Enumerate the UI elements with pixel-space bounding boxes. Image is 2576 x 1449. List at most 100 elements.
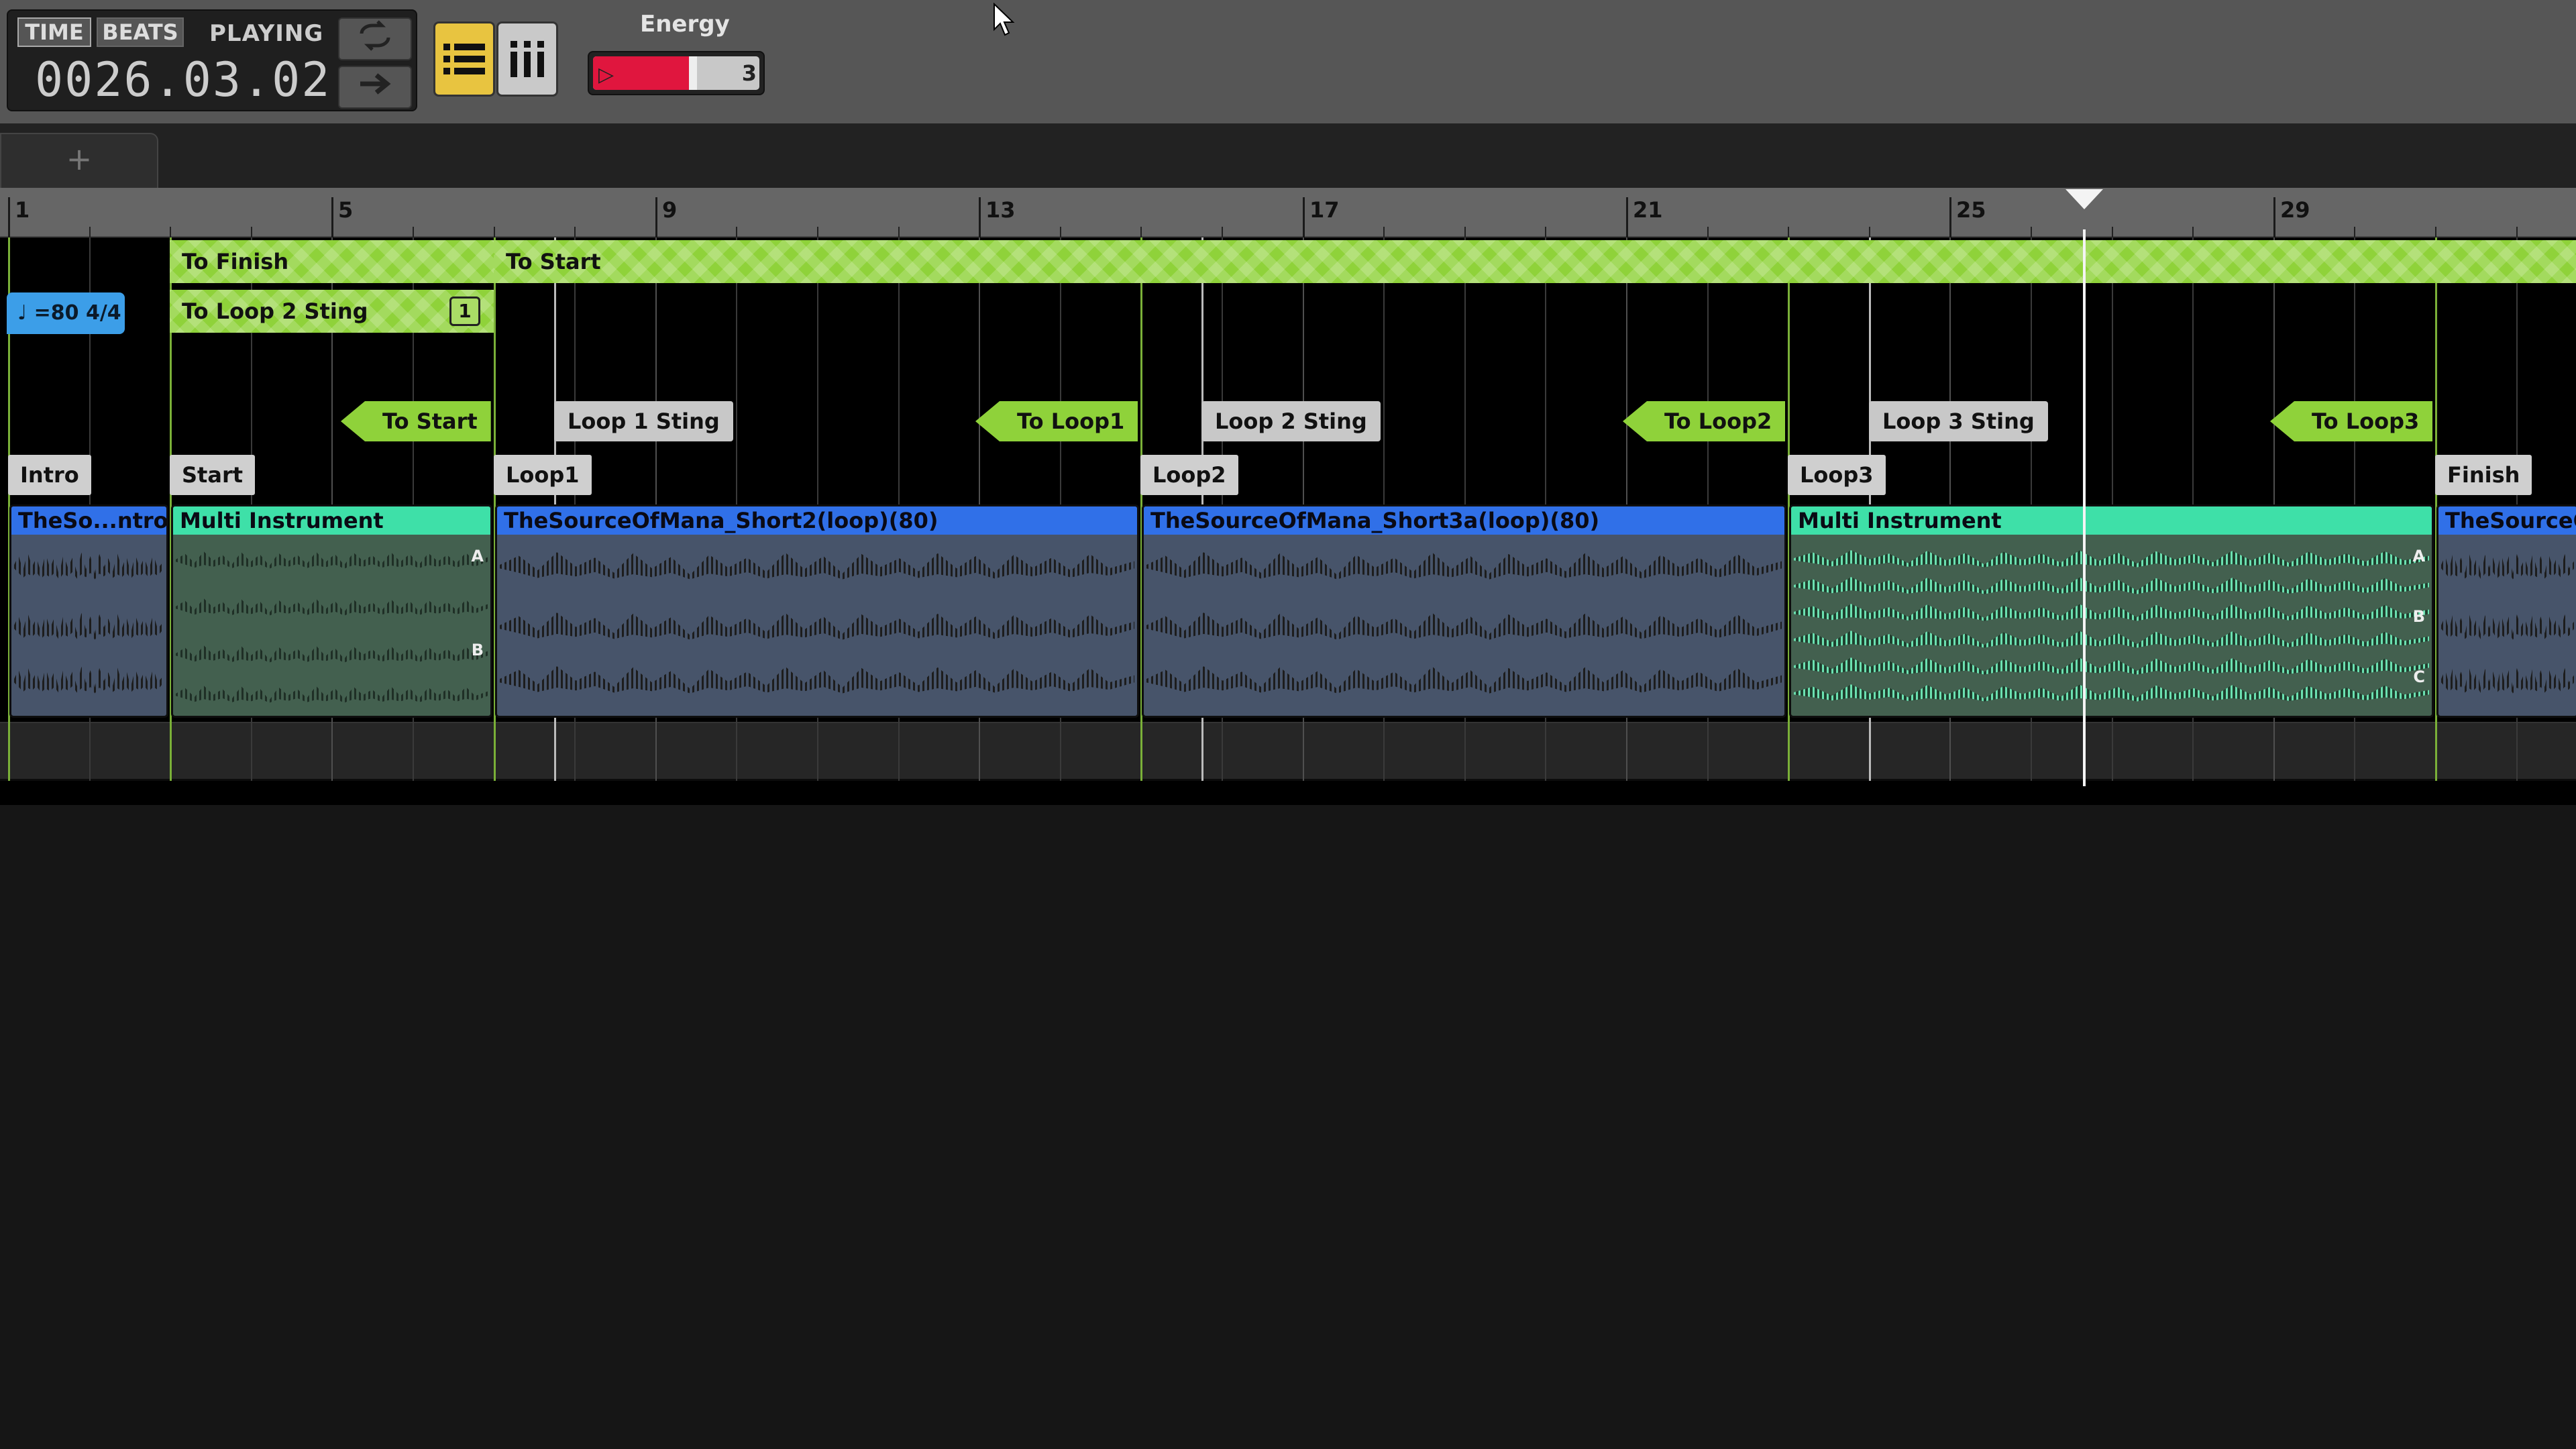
list-view-button[interactable] [433,21,495,97]
transition-label: To Finish [182,249,289,274]
waveform [1794,604,2429,621]
waveform [1794,657,2429,675]
audio-clip[interactable]: TheSourceOfMana_Short3a(loop)(80) [1142,504,1786,718]
ruler-bar-label: 17 [1309,197,1340,223]
audio-clip[interactable]: TheSourceO [2436,504,2576,718]
ruler-tick [413,227,414,237]
playhead[interactable] [2083,229,2086,786]
energy-knob[interactable] [688,56,697,90]
lane-footer [0,722,2576,781]
layer-tag: A [471,547,484,566]
cue-marker[interactable]: Intro [8,455,91,495]
audio-clip[interactable]: TheSourceOfMana_Short2(loop)(80) [495,504,1139,718]
ruler-tick [1869,227,1870,237]
waveform [1794,577,2429,594]
play-triangle-icon: ▷ [598,63,614,87]
ruler-tick [1140,227,1142,237]
time-mode-button[interactable]: TIME [17,17,91,47]
layer-tag: B [471,641,484,659]
waveform [500,612,1134,640]
ruler-bar-tick [331,197,333,237]
ruler-bar-tick [1303,197,1305,237]
play-state-label: PLAYING [209,20,324,47]
ruler-bar-label: 5 [338,197,354,223]
beats-mode-button[interactable]: BEATS [97,17,184,47]
arrangement-lanes: ♩ =80 4/4 To Finish To Start To Loop 2 Sti… [0,229,2576,805]
ruler-tick [251,227,252,237]
ruler-tick [574,227,576,237]
waveform [1146,552,1782,580]
follow-button[interactable] [338,66,412,109]
transition-band[interactable]: To Loop 2 Sting 1 [170,290,494,333]
ruler-tick [1464,227,1466,237]
transport-bar: TIME BEATS PLAYING 0026.03.02 Energy ▷ 3 [0,0,2576,123]
grid-view-icon [498,41,556,97]
transition-band[interactable]: To Start [494,240,2576,283]
multi-instrument-clip[interactable]: Multi Instrument A B C [1789,504,2434,718]
clip-title: TheSourceOfMana_Short2(loop)(80) [497,506,1137,535]
transition-in-flag[interactable]: To Loop2 [1623,401,1786,441]
clip-title: TheSo...ntro) [11,506,166,535]
energy-label: Energy [640,11,730,38]
clip-title: TheSourceO [2438,506,2576,535]
ruler-bar-label: 13 [985,197,1016,223]
waveform [500,552,1134,580]
ruler-tick [1545,227,1546,237]
transition-count-badge: 1 [449,297,480,326]
ruler-tick [1383,227,1385,237]
waveform [176,598,488,616]
cue-marker[interactable]: Loop2 [1140,455,1238,495]
transition-in-flag[interactable]: To Loop3 [2270,401,2433,441]
transport-panel: TIME BEATS PLAYING 0026.03.02 [7,9,417,111]
waveform [1146,612,1782,640]
waveform [176,551,488,569]
waveform [1794,550,2429,568]
sting-flag[interactable]: Loop 1 Sting [554,401,733,441]
waveform [1794,631,2429,648]
waveform [2441,666,2574,694]
waveform [1794,684,2429,702]
timeline: 1 5 9 13 17 21 25 29 ♩ =80 4/4 To Finish To Star… [0,188,2576,805]
ruler-tick [89,227,91,237]
layer-tag: C [2413,667,2425,686]
cue-marker[interactable]: Loop3 [1788,455,1886,495]
grid-view-button[interactable] [496,21,558,97]
waveform [500,666,1134,694]
add-track-button[interactable]: + [0,133,158,188]
ruler-tick [1707,227,1709,237]
transition-band[interactable]: To Finish [170,240,494,283]
track-tab-strip: + [0,123,2576,188]
loop-button[interactable] [338,17,412,60]
audio-clip[interactable]: TheSo...ntro) [9,504,168,718]
transition-in-flag[interactable]: To Start [341,401,491,441]
ruler-bar-label: 21 [1633,197,1663,223]
waveform [14,552,164,580]
ruler-tick [2354,227,2355,237]
playhead-handle[interactable] [2065,189,2103,209]
cue-marker[interactable]: Finish [2435,455,2532,495]
cue-marker[interactable]: Loop1 [494,455,592,495]
ruler-tick [736,227,737,237]
ruler-tick [898,227,900,237]
clip-title: Multi Instrument [173,506,490,535]
multi-instrument-clip[interactable]: Multi Instrument A B [171,504,492,718]
ruler-tick [2435,227,2436,237]
list-view-icon [435,44,493,97]
tempo-marker[interactable]: ♩ =80 4/4 [7,292,125,334]
note-icon: ♩ [17,301,28,325]
ruler-bar-label: 1 [15,197,30,223]
clip-title: Multi Instrument [1791,506,2432,535]
bar-ruler[interactable]: 1 5 9 13 17 21 25 29 [0,188,2576,237]
layer-tag: B [2412,607,2425,626]
layer-tag: A [2412,547,2425,566]
waveform [1146,666,1782,694]
waveform [2441,612,2574,640]
ruler-tick [2031,227,2032,237]
ruler-tick [1060,227,1061,237]
transition-in-flag[interactable]: To Loop1 [975,401,1138,441]
transition-label: To Start [506,249,601,274]
sting-flag[interactable]: Loop 2 Sting [1201,401,1381,441]
energy-slider[interactable]: ▷ 3 [588,51,765,95]
cue-marker[interactable]: Start [170,455,256,495]
sting-flag[interactable]: Loop 3 Sting [1869,401,2048,441]
